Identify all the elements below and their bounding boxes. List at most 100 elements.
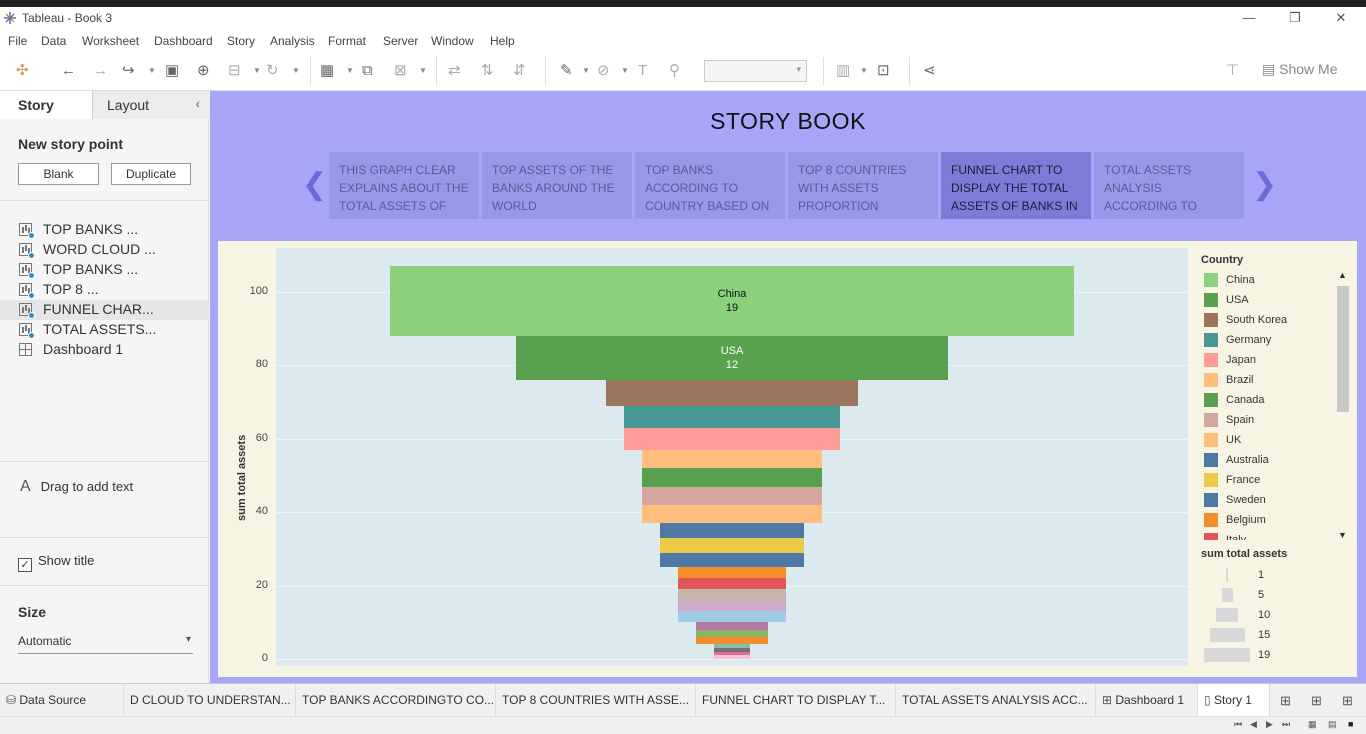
funnel-bar[interactable] — [624, 427, 840, 450]
sheet-tab[interactable]: TOP 8 COUNTRIES WITH ASSE... — [496, 684, 696, 716]
legend-item[interactable]: China — [1204, 270, 1333, 290]
show-sheet-sorter-icon[interactable]: ▤ — [1328, 719, 1337, 730]
scroll-thumb[interactable] — [1337, 286, 1349, 412]
sheet-list-item[interactable]: TOP BANKS ... — [0, 220, 209, 240]
format-painter-icon[interactable]: ⊤ — [1226, 61, 1239, 81]
legend-item[interactable]: USA — [1204, 290, 1333, 310]
show-cards-icon[interactable]: ▥ — [836, 61, 850, 81]
swap-rows-columns-icon[interactable]: ⇄ — [448, 61, 461, 81]
funnel-bar[interactable] — [642, 504, 822, 524]
collapse-pane-icon[interactable]: ‹ — [196, 96, 200, 111]
menu-server[interactable]: Server — [383, 34, 418, 48]
menu-help[interactable]: Help — [490, 34, 515, 48]
sheet-list-item[interactable]: WORD CLOUD ... — [0, 240, 209, 260]
legend-item[interactable]: Spain — [1204, 410, 1333, 430]
legend-scrollbar[interactable]: ▲ ▼ — [1337, 270, 1349, 540]
restore-button[interactable]: ❐ — [1272, 7, 1318, 31]
story-point-caption[interactable]: TOP BANKS ACCORDING TO COUNTRY BASED ON — [635, 152, 785, 219]
funnel-bar[interactable] — [660, 537, 804, 553]
legend-item[interactable]: Sweden — [1204, 490, 1333, 510]
duplicate-button[interactable]: Duplicate — [111, 163, 191, 185]
scroll-up-icon[interactable]: ▲ — [1338, 270, 1347, 280]
story-point-caption[interactable]: FUNNEL CHART TO DISPLAY THE TOTAL ASSETS… — [941, 152, 1091, 219]
sort-descending-icon[interactable]: ⇵ — [513, 61, 526, 81]
refresh-dropdown-icon[interactable]: ▼ — [292, 61, 300, 81]
story-point-caption[interactable]: TOP ASSETS OF THE BANKS AROUND THE WORLD — [482, 152, 632, 219]
new-story-tab-icon[interactable]: ⊞ — [1342, 693, 1353, 709]
clear-dropdown-icon[interactable]: ▼ — [419, 61, 427, 81]
funnel-bar[interactable] — [642, 449, 822, 469]
share-icon[interactable]: ⋖ — [923, 61, 936, 81]
save-icon[interactable]: ▣ — [165, 61, 179, 81]
funnel-bar[interactable] — [696, 622, 768, 630]
sheet-tab[interactable]: TOP BANKS ACCORDINGTO CO... — [296, 684, 496, 716]
menu-format[interactable]: Format — [328, 34, 366, 48]
funnel-bar[interactable] — [678, 600, 786, 612]
legend-item[interactable]: Australia — [1204, 450, 1333, 470]
new-worksheet-tab-icon[interactable]: ⊞ — [1280, 693, 1291, 709]
sheet-tab[interactable]: ⛁ Data Source — [0, 684, 124, 716]
drag-to-add-text[interactable]: A Drag to add text — [20, 478, 133, 496]
size-dropdown[interactable]: Automatic — [18, 634, 193, 654]
funnel-bar[interactable] — [696, 636, 768, 645]
story-point-caption[interactable]: THIS GRAPH CLEAR EXPLAINS ABOUT THE TOTA… — [329, 152, 479, 219]
previous-sheet-icon[interactable]: ◀ — [1250, 719, 1257, 730]
funnel-bar[interactable] — [660, 552, 804, 568]
group-dropdown-icon[interactable]: ▼ — [621, 61, 629, 81]
pause-dropdown-icon[interactable]: ▼ — [253, 61, 261, 81]
sheet-list-item[interactable]: FUNNEL CHAR... — [0, 300, 209, 320]
cards-dropdown-icon[interactable]: ▼ — [860, 61, 868, 81]
funnel-bar[interactable] — [624, 405, 840, 428]
new-data-source-icon[interactable]: ⊕ — [197, 61, 210, 81]
group-members-icon[interactable]: ⊘ — [597, 61, 610, 81]
replay-icon[interactable]: ↪ — [122, 61, 135, 81]
minimize-button[interactable]: — — [1226, 7, 1272, 31]
presentation-mode-icon[interactable]: ⊡ — [877, 61, 890, 81]
pause-updates-icon[interactable]: ⊟ — [228, 61, 241, 81]
show-mark-labels-icon[interactable]: T — [638, 61, 647, 81]
show-title-checkbox[interactable]: ✓ Show title — [18, 553, 94, 572]
show-tabs-icon[interactable]: ■ — [1348, 719, 1353, 729]
sheet-list-item[interactable]: TOTAL ASSETS... — [0, 320, 209, 340]
next-story-point-icon[interactable]: ❯ — [1252, 167, 1277, 202]
legend-item[interactable]: Japan — [1204, 350, 1333, 370]
plot-area[interactable]: China 19 USA 12 — [276, 248, 1188, 666]
menu-data[interactable]: Data — [41, 34, 66, 48]
story-point-caption[interactable]: TOTAL ASSETS ANALYSIS ACCORDING TO QUART… — [1094, 152, 1244, 219]
show-filmstrip-icon[interactable]: ▦ — [1308, 719, 1317, 730]
sheet-list-item[interactable]: TOP BANKS ... — [0, 260, 209, 280]
menu-dashboard[interactable]: Dashboard — [154, 34, 213, 48]
sheet-list-item[interactable]: Dashboard 1 — [0, 340, 209, 360]
legend-item[interactable]: UK — [1204, 430, 1333, 450]
funnel-bar[interactable] — [606, 380, 858, 406]
replay-dropdown-icon[interactable]: ▼ — [148, 61, 156, 81]
sheet-tab[interactable]: TOTAL ASSETS ANALYSIS ACC... — [896, 684, 1096, 716]
funnel-bar[interactable] — [642, 486, 822, 505]
legend-item[interactable]: South Korea — [1204, 310, 1333, 330]
sheet-list-item[interactable]: TOP 8 ... — [0, 280, 209, 300]
legend-item[interactable]: Italy — [1204, 530, 1333, 540]
sheet-tab[interactable]: D CLOUD TO UNDERSTAN... — [124, 684, 296, 716]
tab-story[interactable]: Story — [0, 91, 92, 119]
new-worksheet-dropdown-icon[interactable]: ▼ — [346, 61, 354, 81]
legend-item[interactable]: France — [1204, 470, 1333, 490]
menu-file[interactable]: File — [8, 34, 27, 48]
highlight-icon[interactable]: ✎ — [560, 61, 573, 81]
sheet-tab[interactable]: FUNNEL CHART TO DISPLAY T... — [696, 684, 896, 716]
blank-button[interactable]: Blank — [18, 163, 99, 185]
menu-analysis[interactable]: Analysis — [270, 34, 315, 48]
funnel-bar[interactable] — [678, 611, 786, 623]
duplicate-sheet-icon[interactable]: ⧉ — [362, 61, 373, 81]
new-dashboard-tab-icon[interactable]: ⊞ — [1311, 693, 1322, 709]
refresh-icon[interactable]: ↻ — [266, 61, 279, 81]
clear-sheet-icon[interactable]: ⊠ — [394, 61, 407, 81]
funnel-bar[interactable] — [660, 523, 804, 538]
funnel-bar[interactable] — [696, 629, 768, 637]
funnel-bar[interactable] — [678, 567, 786, 579]
scroll-down-icon[interactable]: ▼ — [1338, 530, 1347, 540]
fit-dropdown[interactable] — [704, 60, 807, 82]
legend-item[interactable]: Canada — [1204, 390, 1333, 410]
previous-story-point-icon[interactable]: ❮ — [302, 167, 327, 202]
tab-layout[interactable]: Layout — [92, 91, 209, 119]
undo-icon[interactable]: ← — [61, 61, 76, 81]
